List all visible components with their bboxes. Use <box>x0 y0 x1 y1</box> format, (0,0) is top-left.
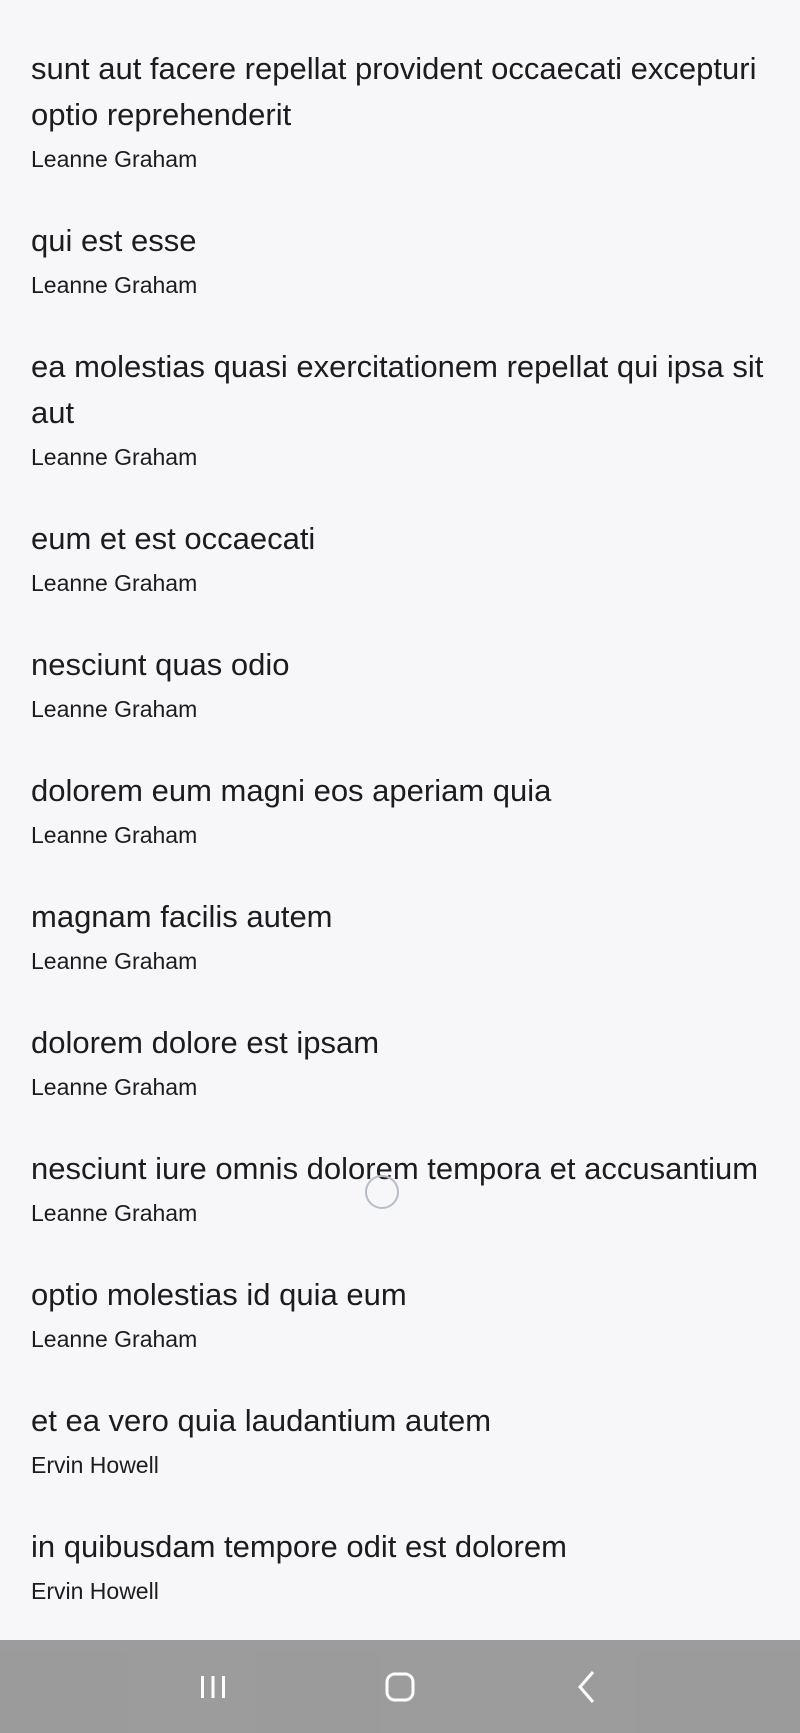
home-button[interactable] <box>370 1657 430 1717</box>
post-author: Leanne Graham <box>31 822 198 848</box>
post-title: eum et est occaecati <box>31 521 316 556</box>
post-author: Leanne Graham <box>31 146 198 172</box>
post-author: Leanne Graham <box>31 696 198 722</box>
back-icon <box>577 1670 594 1703</box>
post-item[interactable]: dolorem dolore est ipsam Leanne Graham <box>0 1020 800 1104</box>
post-author: Leanne Graham <box>31 272 198 298</box>
post-author: Leanne Graham <box>31 1326 198 1352</box>
home-icon <box>385 1672 415 1701</box>
post-title: qui est esse <box>31 223 197 258</box>
post-item[interactable]: nesciunt quas odio Leanne Graham <box>0 642 800 726</box>
post-item[interactable]: sunt aut facere repellat provident occae… <box>0 46 800 176</box>
system-navigation-bar <box>0 1640 800 1733</box>
touch-indicator <box>365 1175 399 1209</box>
back-button[interactable] <box>557 1657 617 1717</box>
post-item[interactable]: qui est esse Leanne Graham <box>0 218 800 302</box>
post-title: dolorem dolore est ipsam <box>31 1025 380 1060</box>
post-title: magnam facilis autem <box>31 899 333 934</box>
post-author: Leanne Graham <box>31 1200 198 1226</box>
post-title: dolorem eum magni eos aperiam quia <box>31 773 552 808</box>
post-title: nesciunt quas odio <box>31 647 290 682</box>
post-author: Leanne Graham <box>31 444 198 470</box>
post-title: sunt aut facere repellat provident occae… <box>31 51 757 132</box>
post-item[interactable]: nesciunt iure omnis dolorem tempora et a… <box>0 1146 800 1230</box>
post-title: optio molestias id quia eum <box>31 1277 407 1312</box>
post-author: Leanne Graham <box>31 570 198 596</box>
post-author: Ervin Howell <box>31 1578 159 1604</box>
post-item[interactable]: eum et est occaecati Leanne Graham <box>0 516 800 600</box>
post-item[interactable]: optio molestias id quia eum Leanne Graham <box>0 1272 800 1356</box>
post-author: Leanne Graham <box>31 1074 198 1100</box>
post-item[interactable]: in quibusdam tempore odit est dolorem Erv… <box>0 1524 800 1608</box>
recents-button[interactable] <box>183 1657 243 1717</box>
app-screen: sunt aut facere repellat provident occae… <box>0 0 800 1733</box>
post-item[interactable]: dolorem eum magni eos aperiam quia Leanne… <box>0 768 800 852</box>
post-item[interactable]: magnam facilis autem Leanne Graham <box>0 894 800 978</box>
post-item[interactable]: ea molestias quasi exercitationem repell… <box>0 344 800 474</box>
post-title: nesciunt iure omnis dolorem tempora et a… <box>31 1151 759 1186</box>
post-author: Ervin Howell <box>31 1452 159 1478</box>
post-author: Leanne Graham <box>31 948 198 974</box>
post-title: et ea vero quia laudantium autem <box>31 1403 492 1438</box>
post-title: in quibusdam tempore odit est dolorem <box>31 1529 567 1564</box>
recents-icon <box>201 1675 226 1698</box>
post-list[interactable]: sunt aut facere repellat provident occae… <box>0 46 800 1650</box>
status-bar <box>0 0 800 50</box>
post-title: ea molestias quasi exercitationem repell… <box>31 349 764 430</box>
post-item[interactable]: et ea vero quia laudantium autem Ervin Ho… <box>0 1398 800 1482</box>
